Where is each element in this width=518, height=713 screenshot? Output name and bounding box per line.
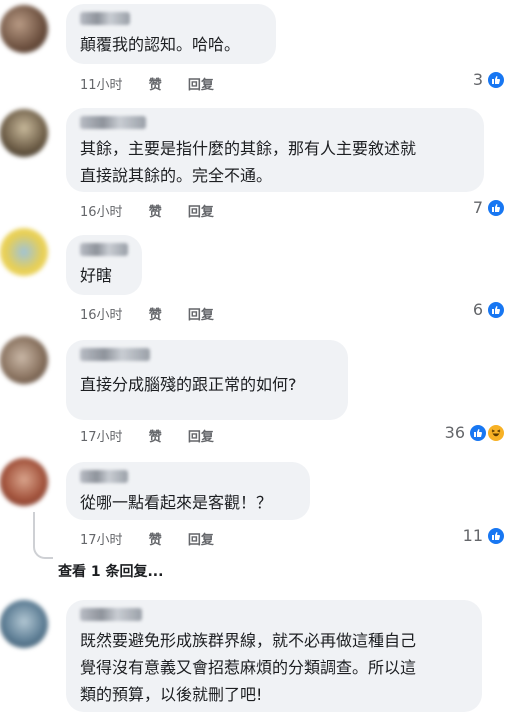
comment-bubble: 既然要避免形成族群界線，就不必再做這種自己 覺得沒有意義又會招惹麻煩的分類調查。… bbox=[66, 600, 482, 712]
reaction-count[interactable]: 7 bbox=[473, 198, 505, 217]
reaction-count[interactable]: 6 bbox=[473, 300, 505, 319]
like-button[interactable]: 赞 bbox=[149, 426, 162, 445]
like-button[interactable]: 赞 bbox=[149, 304, 162, 323]
author-name[interactable] bbox=[80, 470, 128, 483]
reaction-number: 3 bbox=[472, 70, 483, 89]
reaction-count[interactable]: 36 bbox=[445, 423, 505, 442]
comment-text: 直接分成腦殘的跟正常的如何? bbox=[80, 375, 297, 394]
timestamp[interactable]: 17小时 bbox=[80, 426, 123, 445]
comment-bubble: 其餘，主要是指什麼的其餘，那有人主要敘述就 直接說其餘的。完全不通。 bbox=[66, 108, 484, 192]
like-icon bbox=[487, 300, 505, 319]
timestamp[interactable]: 11小时 bbox=[80, 74, 123, 93]
view-replies-link[interactable]: 查看 1 条回复... bbox=[58, 561, 163, 581]
reply-button[interactable]: 回复 bbox=[188, 426, 214, 445]
comment-text: 顛覆我的認知。哈哈。 bbox=[80, 35, 241, 54]
avatar[interactable] bbox=[0, 600, 48, 648]
haha-icon bbox=[487, 423, 505, 442]
author-name[interactable] bbox=[80, 116, 146, 129]
comment-text: 類的預算，以後就刪了吧! bbox=[80, 685, 263, 704]
reaction-count[interactable]: 3 bbox=[473, 70, 505, 89]
avatar[interactable] bbox=[0, 458, 48, 506]
comment-bubble: 好瞎 bbox=[66, 235, 142, 295]
reaction-number: 6 bbox=[472, 300, 483, 319]
avatar[interactable] bbox=[0, 336, 48, 384]
like-button[interactable]: 赞 bbox=[149, 74, 162, 93]
comment-bubble: 顛覆我的認知。哈哈。 bbox=[66, 4, 276, 64]
reply-button[interactable]: 回复 bbox=[188, 529, 214, 548]
comment-bubble: 直接分成腦殘的跟正常的如何? bbox=[66, 340, 348, 420]
like-icon bbox=[487, 70, 505, 89]
comment-text: 從哪一點看起來是客觀！？ bbox=[80, 493, 273, 512]
reaction-number: 11 bbox=[462, 526, 483, 545]
comment-text: 其餘，主要是指什麼的其餘，那有人主要敘述就 bbox=[80, 139, 417, 158]
author-name[interactable] bbox=[80, 12, 130, 25]
comment-actions: 16小时 赞 回复 bbox=[80, 201, 214, 220]
like-button[interactable]: 赞 bbox=[149, 201, 162, 220]
comment-text: 既然要避免形成族群界線，就不必再做這種自己 bbox=[80, 631, 417, 650]
reaction-count[interactable]: 11 bbox=[463, 526, 505, 545]
author-name[interactable] bbox=[80, 608, 142, 621]
reply-thread-line bbox=[33, 512, 53, 559]
timestamp[interactable]: 17小时 bbox=[80, 529, 123, 548]
timestamp[interactable]: 16小时 bbox=[80, 201, 123, 220]
timestamp[interactable]: 16小时 bbox=[80, 304, 123, 323]
comment-actions: 17小时 赞 回复 bbox=[80, 426, 214, 445]
comment-text: 覺得沒有意義又會招惹麻煩的分類調查。所以這 bbox=[80, 658, 417, 677]
author-name[interactable] bbox=[80, 243, 128, 256]
like-icon bbox=[487, 526, 505, 545]
like-icon bbox=[487, 198, 505, 217]
reply-button[interactable]: 回复 bbox=[188, 74, 214, 93]
author-name[interactable] bbox=[80, 348, 150, 361]
avatar[interactable] bbox=[0, 109, 48, 157]
comment-actions: 16小时 赞 回复 bbox=[80, 304, 214, 323]
avatar[interactable] bbox=[0, 228, 48, 276]
avatar[interactable] bbox=[0, 5, 48, 53]
comment-actions: 17小时 赞 回复 bbox=[80, 529, 214, 548]
comment-text: 直接說其餘的。完全不通。 bbox=[80, 166, 273, 185]
like-button[interactable]: 赞 bbox=[149, 529, 162, 548]
reaction-number: 36 bbox=[444, 423, 465, 442]
comment-actions: 11小时 赞 回复 bbox=[80, 74, 214, 93]
comment-text: 好瞎 bbox=[80, 266, 113, 285]
reply-button[interactable]: 回复 bbox=[188, 201, 214, 220]
reaction-number: 7 bbox=[472, 198, 483, 217]
like-icon bbox=[469, 423, 487, 442]
reply-button[interactable]: 回复 bbox=[188, 304, 214, 323]
comment-bubble: 從哪一點看起來是客觀！？ bbox=[66, 462, 310, 520]
